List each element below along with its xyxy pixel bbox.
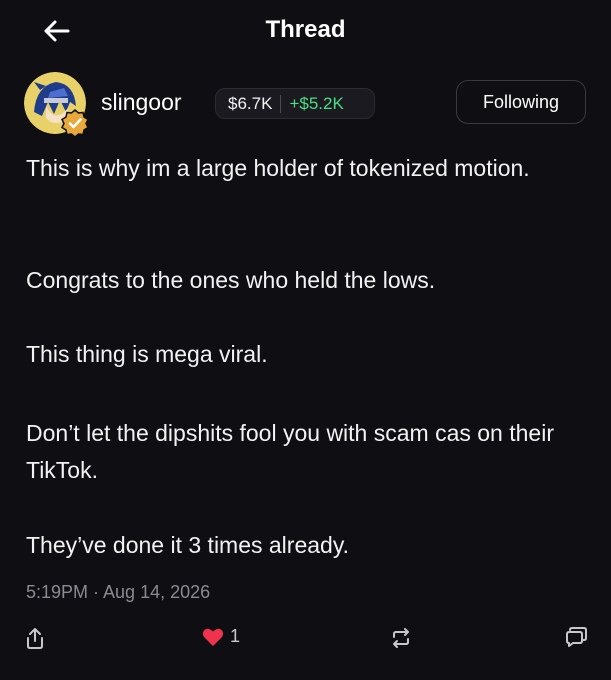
post-paragraph-5: They’ve done it 3 times already. [26,532,350,558]
thread-page: Thread slingoor $6.7K +$5.2K Following T… [0,0,611,680]
page-title: Thread [265,16,346,43]
heart-icon [202,628,224,646]
post-paragraph-1: This is why im a large holder of tokeniz… [26,155,530,181]
holdings-value: $6.7K [228,93,273,113]
following-button[interactable]: Following [456,80,586,124]
holdings-change: +$5.2K [289,93,344,113]
post-paragraph-3: This thing is mega viral. [26,341,268,367]
verified-check-icon [61,109,89,137]
author-row: slingoor $6.7K +$5.2K Following [0,72,611,137]
repost-icon [393,628,409,648]
like-count: 1 [230,626,241,646]
post-timestamp: 5:19PM · Aug 14, 2026 [26,582,211,602]
reply-icon [566,627,587,647]
holdings-badge[interactable]: $6.7K +$5.2K [215,88,375,119]
post-paragraph-4: Don’t let the dipshits fool you with sca… [26,420,554,483]
share-button[interactable] [24,626,46,650]
repost-button[interactable] [389,626,413,650]
reply-button[interactable] [564,626,588,648]
like-button[interactable]: 1 [202,626,240,647]
action-bar: 1 [0,620,611,660]
post-paragraph-2: Congrats to the ones who held the lows. [26,267,436,293]
header: Thread [0,0,611,62]
holdings-divider [280,94,282,113]
share-icon [27,628,43,649]
username[interactable]: slingoor [101,89,182,116]
